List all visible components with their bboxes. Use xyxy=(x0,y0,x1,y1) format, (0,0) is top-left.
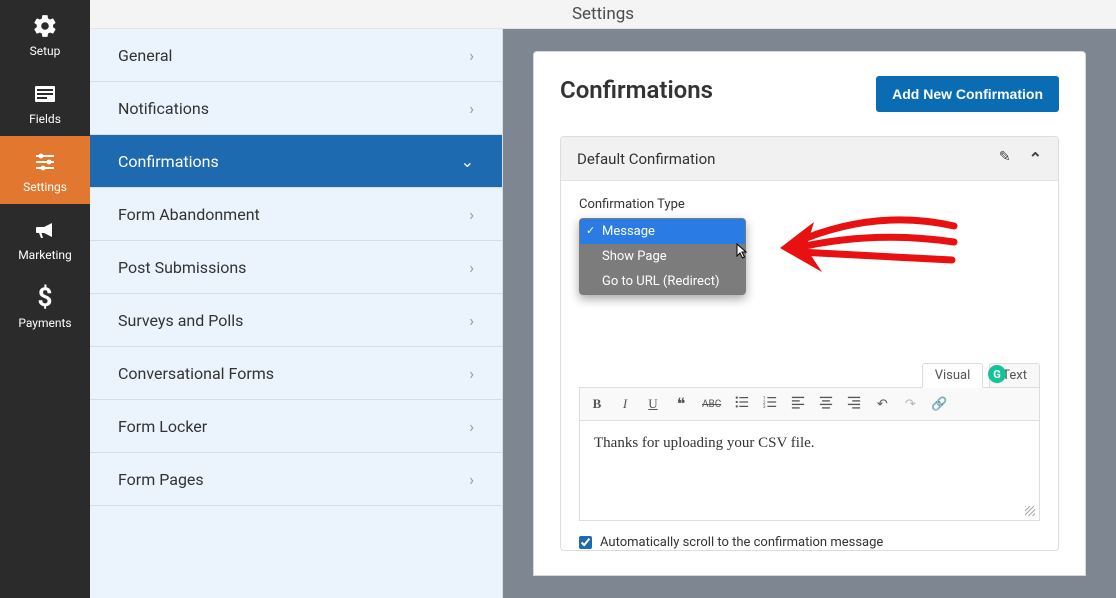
editor-toolbar: B I U ❝ ABC 123 ↶ ↷ xyxy=(579,387,1040,421)
align-left-icon[interactable] xyxy=(791,395,805,413)
chevron-down-icon: ⌄ xyxy=(461,152,474,171)
message-editor[interactable]: Thanks for uploading your CSV file. xyxy=(579,421,1040,521)
sliders-icon xyxy=(31,148,59,176)
snav-notifications[interactable]: Notifications › xyxy=(90,82,502,135)
snav-label: Post Submissions xyxy=(118,258,246,277)
primary-sidebar: Setup Fields Settings Marketing $ Paymen… xyxy=(0,0,90,598)
blockquote-icon[interactable]: ❝ xyxy=(674,394,688,414)
accordion-body: Confirmation Type Message Show Page Go t… xyxy=(561,181,1058,550)
snav-post-submissions[interactable]: Post Submissions › xyxy=(90,241,502,294)
confirmation-accordion: Default Confirmation ✎ ⌃ Confirmation Ty… xyxy=(560,136,1059,551)
snav-label: Form Pages xyxy=(118,470,204,489)
svg-text:3: 3 xyxy=(763,405,766,409)
nav-setup[interactable]: Setup xyxy=(0,0,90,68)
nav-marketing[interactable]: Marketing xyxy=(0,204,90,272)
pencil-icon[interactable]: ✎ xyxy=(999,149,1011,168)
editor-content: Thanks for uploading your CSV file. xyxy=(594,435,815,451)
chevron-right-icon: › xyxy=(469,470,474,489)
snav-label: Form Abandonment xyxy=(118,205,260,224)
auto-scroll-checkbox[interactable] xyxy=(579,536,592,549)
editor-wrap: Visual Text B I U ❝ ABC 123 xyxy=(579,363,1040,521)
redo-icon[interactable]: ↷ xyxy=(903,397,917,412)
snav-confirmations[interactable]: Confirmations ⌄ xyxy=(90,135,502,188)
accordion-title: Default Confirmation xyxy=(577,150,715,168)
confirmation-type-dropdown[interactable]: Message Show Page Go to URL (Redirect) xyxy=(579,218,746,295)
snav-form-pages[interactable]: Form Pages › xyxy=(90,453,502,506)
list-icon xyxy=(31,80,59,108)
resize-handle-icon[interactable] xyxy=(1025,506,1035,516)
nav-label: Settings xyxy=(23,180,67,194)
bullet-list-icon[interactable] xyxy=(735,395,749,413)
top-bar: Settings xyxy=(90,0,1116,29)
chevron-right-icon: › xyxy=(469,258,474,277)
chevron-right-icon: › xyxy=(469,364,474,383)
chevron-right-icon: › xyxy=(469,311,474,330)
snav-surveys-polls[interactable]: Surveys and Polls › xyxy=(90,294,502,347)
dropdown-option-go-to-url[interactable]: Go to URL (Redirect) xyxy=(580,269,745,294)
settings-subnav: General › Notifications › Confirmations ⌄ F… xyxy=(90,29,503,598)
dollar-icon: $ xyxy=(31,284,59,312)
nav-fields[interactable]: Fields xyxy=(0,68,90,136)
auto-scroll-label: Automatically scroll to the confirmation… xyxy=(600,535,883,550)
undo-icon[interactable]: ↶ xyxy=(875,397,889,412)
dropdown-option-show-page[interactable]: Show Page xyxy=(580,244,745,269)
underline-icon[interactable]: U xyxy=(646,396,660,412)
nav-settings[interactable]: Settings xyxy=(0,136,90,204)
content-pane: Confirmations Add New Confirmation Defau… xyxy=(503,29,1116,598)
numbered-list-icon[interactable]: 123 xyxy=(763,395,777,413)
chevron-right-icon: › xyxy=(469,46,474,65)
italic-icon[interactable]: I xyxy=(618,396,632,412)
add-confirmation-button[interactable]: Add New Confirmation xyxy=(876,76,1059,112)
bullhorn-icon xyxy=(31,216,59,244)
auto-scroll-row[interactable]: Automatically scroll to the confirmation… xyxy=(579,535,1040,550)
snav-form-locker[interactable]: Form Locker › xyxy=(90,400,502,453)
grammarly-icon[interactable]: G xyxy=(988,365,1006,383)
nav-label: Fields xyxy=(29,112,61,126)
snav-label: Notifications xyxy=(118,99,209,118)
main-area: Settings General › Notifications › Confirm… xyxy=(90,0,1116,598)
nav-payments[interactable]: $ Payments xyxy=(0,272,90,340)
accordion-header[interactable]: Default Confirmation ✎ ⌃ xyxy=(561,137,1058,181)
dropdown-option-message[interactable]: Message xyxy=(580,219,745,244)
snav-label: Form Locker xyxy=(118,417,207,436)
snav-conversational-forms[interactable]: Conversational Forms › xyxy=(90,347,502,400)
tab-visual[interactable]: Visual xyxy=(922,363,984,388)
align-right-icon[interactable] xyxy=(847,395,861,413)
align-center-icon[interactable] xyxy=(819,395,833,413)
chevron-right-icon: › xyxy=(469,99,474,118)
snav-label: General xyxy=(118,46,172,65)
chevron-up-icon[interactable]: ⌃ xyxy=(1029,149,1042,168)
confirmation-type-label: Confirmation Type xyxy=(579,197,1040,212)
nav-label: Setup xyxy=(30,44,61,58)
snav-label: Surveys and Polls xyxy=(118,311,243,330)
gear-icon xyxy=(31,12,59,40)
nav-label: Payments xyxy=(18,316,71,330)
page-title: Settings xyxy=(572,4,634,24)
snav-label: Conversational Forms xyxy=(118,364,274,383)
snav-form-abandonment[interactable]: Form Abandonment › xyxy=(90,188,502,241)
bold-icon[interactable]: B xyxy=(590,396,604,412)
chevron-right-icon: › xyxy=(469,417,474,436)
strikethrough-icon[interactable]: ABC xyxy=(702,399,721,410)
snav-label: Confirmations xyxy=(118,152,219,171)
chevron-right-icon: › xyxy=(469,205,474,224)
confirmations-panel: Confirmations Add New Confirmation Defau… xyxy=(533,51,1086,576)
panel-title: Confirmations xyxy=(560,76,713,104)
snav-general[interactable]: General › xyxy=(90,29,502,82)
nav-label: Marketing xyxy=(18,248,72,262)
link-icon[interactable]: 🔗 xyxy=(931,397,947,412)
workspace: General › Notifications › Confirmations ⌄ F… xyxy=(90,29,1116,598)
